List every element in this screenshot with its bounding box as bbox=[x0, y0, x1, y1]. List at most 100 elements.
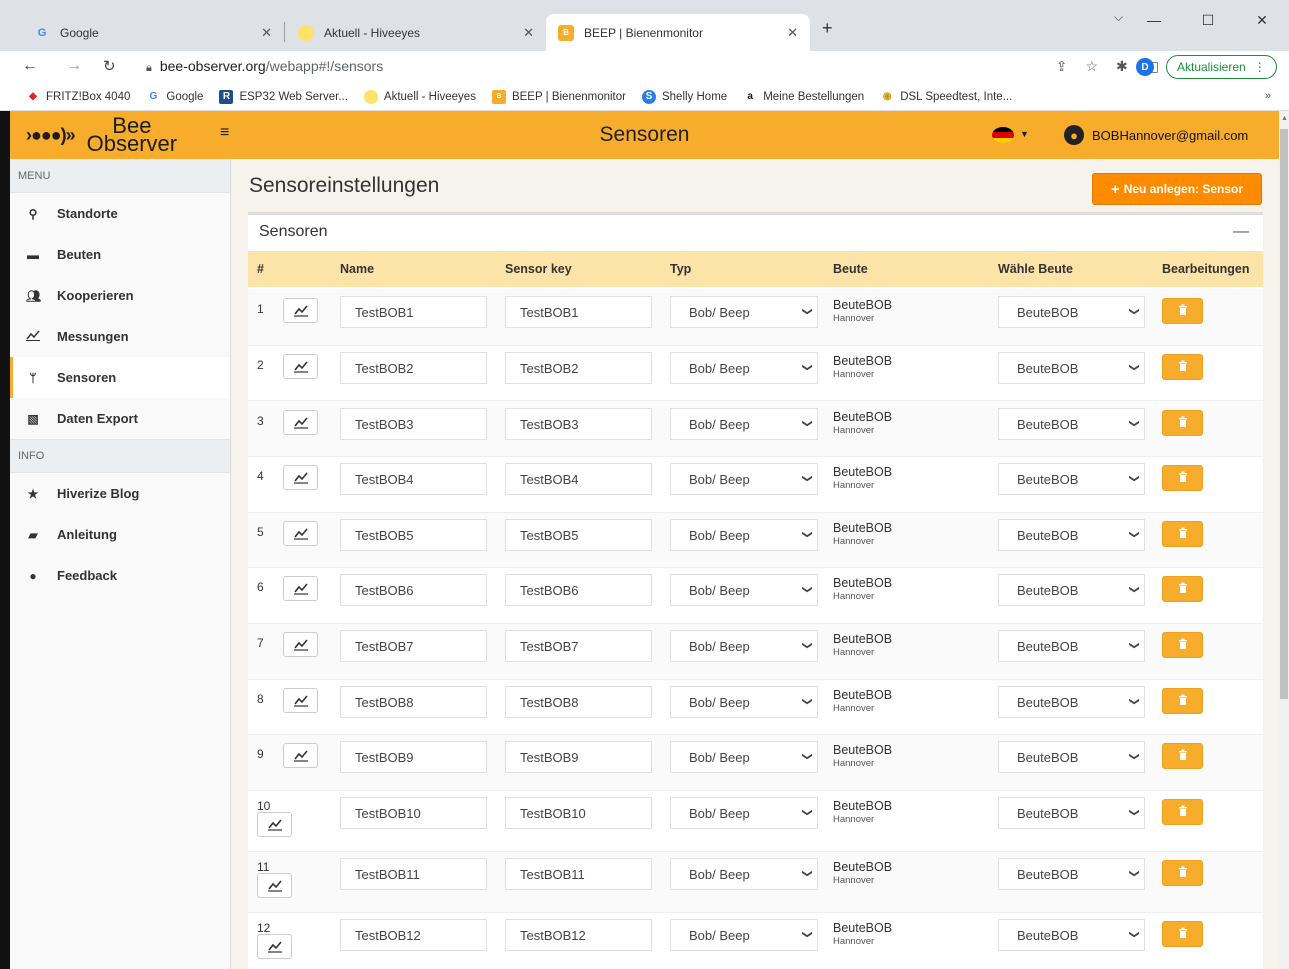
sensor-type-select[interactable]: Bob/ Beep ❯ bbox=[670, 919, 818, 951]
browser-tab-beep[interactable]: B BEEP | Bienenmonitor ✕ bbox=[546, 14, 810, 51]
choose-beute-select[interactable]: BeuteBOB ❯ bbox=[998, 919, 1145, 951]
sensor-type-select[interactable]: Bob/ Beep ❯ bbox=[670, 463, 818, 495]
forward-arrow-icon[interactable]: → bbox=[66, 57, 82, 75]
back-arrow-icon[interactable]: ← bbox=[22, 57, 38, 75]
sensor-type-select[interactable]: Bob/ Beep ❯ bbox=[670, 686, 818, 718]
delete-sensor-button[interactable] bbox=[1162, 354, 1203, 380]
bookmark-item[interactable]: S Shelly Home bbox=[641, 89, 727, 104]
delete-sensor-button[interactable] bbox=[1162, 632, 1203, 658]
view-measurements-button[interactable] bbox=[283, 298, 318, 323]
sidebar-item-sensoren[interactable]: ᛘ Sensoren bbox=[10, 357, 230, 398]
view-measurements-button[interactable] bbox=[283, 465, 318, 490]
view-measurements-button[interactable] bbox=[257, 934, 292, 959]
delete-sensor-button[interactable] bbox=[1162, 921, 1203, 947]
choose-beute-select[interactable]: BeuteBOB ❯ bbox=[998, 408, 1145, 440]
update-button[interactable]: Aktualisieren ⋮ bbox=[1166, 55, 1277, 79]
sensor-name-input[interactable]: TestBOB5 bbox=[340, 519, 487, 551]
view-measurements-button[interactable] bbox=[283, 521, 318, 546]
sensor-type-select[interactable]: Bob/ Beep ❯ bbox=[670, 630, 818, 662]
sensor-key-input[interactable]: TestBOB9 bbox=[505, 741, 652, 773]
view-measurements-button[interactable] bbox=[283, 354, 318, 379]
user-circle-icon[interactable]: ● bbox=[1064, 125, 1084, 145]
view-measurements-button[interactable] bbox=[257, 873, 292, 898]
close-icon[interactable]: ✕ bbox=[261, 25, 272, 41]
sensor-name-input[interactable]: TestBOB8 bbox=[340, 686, 487, 718]
browser-tab-hiveeyes[interactable]: Aktuell - Hiveeyes ✕ bbox=[286, 14, 546, 51]
sidebar-item-messungen[interactable]: Messungen bbox=[10, 316, 230, 357]
choose-beute-select[interactable]: BeuteBOB ❯ bbox=[998, 463, 1145, 495]
delete-sensor-button[interactable] bbox=[1162, 521, 1203, 547]
delete-sensor-button[interactable] bbox=[1162, 799, 1203, 825]
sensor-name-input[interactable]: TestBOB3 bbox=[340, 408, 487, 440]
sidebar-item-kooperieren[interactable]: 👥︎ Kooperieren bbox=[10, 275, 230, 316]
share-icon[interactable]: ⇪ bbox=[1056, 58, 1068, 75]
caret-down-icon[interactable]: ▼ bbox=[1020, 129, 1029, 139]
double-chevron-right-icon[interactable]: » bbox=[1265, 90, 1271, 102]
sensor-name-input[interactable]: TestBOB6 bbox=[340, 574, 487, 606]
sidebar-item-anleitung[interactable]: ▰ Anleitung bbox=[10, 514, 230, 555]
sensor-name-input[interactable]: TestBOB2 bbox=[340, 352, 487, 384]
url-field[interactable]: 🔒︎ bee-observer.org/webapp#!/sensors bbox=[146, 58, 383, 75]
sensor-name-input[interactable]: TestBOB11 bbox=[340, 858, 487, 890]
browser-tab-google[interactable]: G Google ✕ bbox=[22, 14, 284, 51]
bookmark-item[interactable]: ◆ FRITZ!Box 4040 bbox=[26, 90, 130, 104]
profile-avatar[interactable]: D bbox=[1136, 58, 1154, 76]
choose-beute-select[interactable]: BeuteBOB ❯ bbox=[998, 797, 1145, 829]
delete-sensor-button[interactable] bbox=[1162, 410, 1203, 436]
close-icon[interactable]: ✕ bbox=[787, 25, 798, 41]
sensor-type-select[interactable]: Bob/ Beep ❯ bbox=[670, 408, 818, 440]
sensor-type-select[interactable]: Bob/ Beep ❯ bbox=[670, 352, 818, 384]
sensor-type-select[interactable]: Bob/ Beep ❯ bbox=[670, 574, 818, 606]
view-measurements-button[interactable] bbox=[283, 410, 318, 435]
sidebar-item-daten-export[interactable]: ▧ Daten Export bbox=[10, 398, 230, 439]
user-email[interactable]: BOBHannover@gmail.com bbox=[1092, 128, 1248, 143]
sensor-key-input[interactable]: TestBOB7 bbox=[505, 630, 652, 662]
sensor-name-input[interactable]: TestBOB4 bbox=[340, 463, 487, 495]
sensor-key-input[interactable]: TestBOB2 bbox=[505, 352, 652, 384]
view-measurements-button[interactable] bbox=[283, 576, 318, 601]
chevron-down-icon[interactable]: ⌵ bbox=[1114, 10, 1123, 25]
sensor-key-input[interactable]: TestBOB6 bbox=[505, 574, 652, 606]
sensor-name-input[interactable]: TestBOB10 bbox=[340, 797, 487, 829]
sensor-key-input[interactable]: TestBOB5 bbox=[505, 519, 652, 551]
sidebar-item-beuten[interactable]: ▬ Beuten bbox=[10, 234, 230, 275]
choose-beute-select[interactable]: BeuteBOB ❯ bbox=[998, 858, 1145, 890]
close-icon[interactable]: ✕ bbox=[523, 25, 534, 41]
choose-beute-select[interactable]: BeuteBOB ❯ bbox=[998, 630, 1145, 662]
sidebar-item-feedback[interactable]: ● Feedback bbox=[10, 555, 230, 596]
sidebar-item-hiverize-blog[interactable]: ★ Hiverize Blog bbox=[10, 473, 230, 514]
choose-beute-select[interactable]: BeuteBOB ❯ bbox=[998, 352, 1145, 384]
sensor-name-input[interactable]: TestBOB12 bbox=[340, 919, 487, 951]
sensor-key-input[interactable]: TestBOB3 bbox=[505, 408, 652, 440]
sensor-key-input[interactable]: TestBOB11 bbox=[505, 858, 652, 890]
view-measurements-button[interactable] bbox=[257, 812, 292, 837]
view-measurements-button[interactable] bbox=[283, 688, 318, 713]
sidebar-item-standorte[interactable]: ⚲ Standorte bbox=[10, 193, 230, 234]
delete-sensor-button[interactable] bbox=[1162, 743, 1203, 769]
new-tab-icon[interactable]: + bbox=[822, 18, 833, 39]
view-measurements-button[interactable] bbox=[283, 632, 318, 657]
sensor-key-input[interactable]: TestBOB12 bbox=[505, 919, 652, 951]
delete-sensor-button[interactable] bbox=[1162, 688, 1203, 714]
close-window-icon[interactable]: ✕ bbox=[1235, 0, 1289, 40]
reload-icon[interactable]: ↻ bbox=[103, 57, 116, 75]
scrollbar-thumb[interactable] bbox=[1280, 129, 1288, 699]
delete-sensor-button[interactable] bbox=[1162, 576, 1203, 602]
bookmark-item[interactable]: B BEEP | Bienenmonitor bbox=[491, 89, 626, 104]
sensor-type-select[interactable]: Bob/ Beep ❯ bbox=[670, 858, 818, 890]
choose-beute-select[interactable]: BeuteBOB ❯ bbox=[998, 686, 1145, 718]
view-measurements-button[interactable] bbox=[283, 743, 318, 768]
scroll-up-icon[interactable]: ▲ bbox=[1281, 115, 1288, 122]
bookmark-item[interactable]: R ESP32 Web Server... bbox=[219, 89, 348, 104]
german-flag-icon[interactable] bbox=[992, 127, 1014, 143]
choose-beute-select[interactable]: BeuteBOB ❯ bbox=[998, 741, 1145, 773]
delete-sensor-button[interactable] bbox=[1162, 860, 1203, 886]
sensor-key-input[interactable]: TestBOB1 bbox=[505, 296, 652, 328]
choose-beute-select[interactable]: BeuteBOB ❯ bbox=[998, 296, 1145, 328]
sensor-name-input[interactable]: TestBOB9 bbox=[340, 741, 487, 773]
sensor-type-select[interactable]: Bob/ Beep ❯ bbox=[670, 519, 818, 551]
sensor-key-input[interactable]: TestBOB8 bbox=[505, 686, 652, 718]
choose-beute-select[interactable]: BeuteBOB ❯ bbox=[998, 574, 1145, 606]
sensor-name-input[interactable]: TestBOB7 bbox=[340, 630, 487, 662]
delete-sensor-button[interactable] bbox=[1162, 465, 1203, 491]
